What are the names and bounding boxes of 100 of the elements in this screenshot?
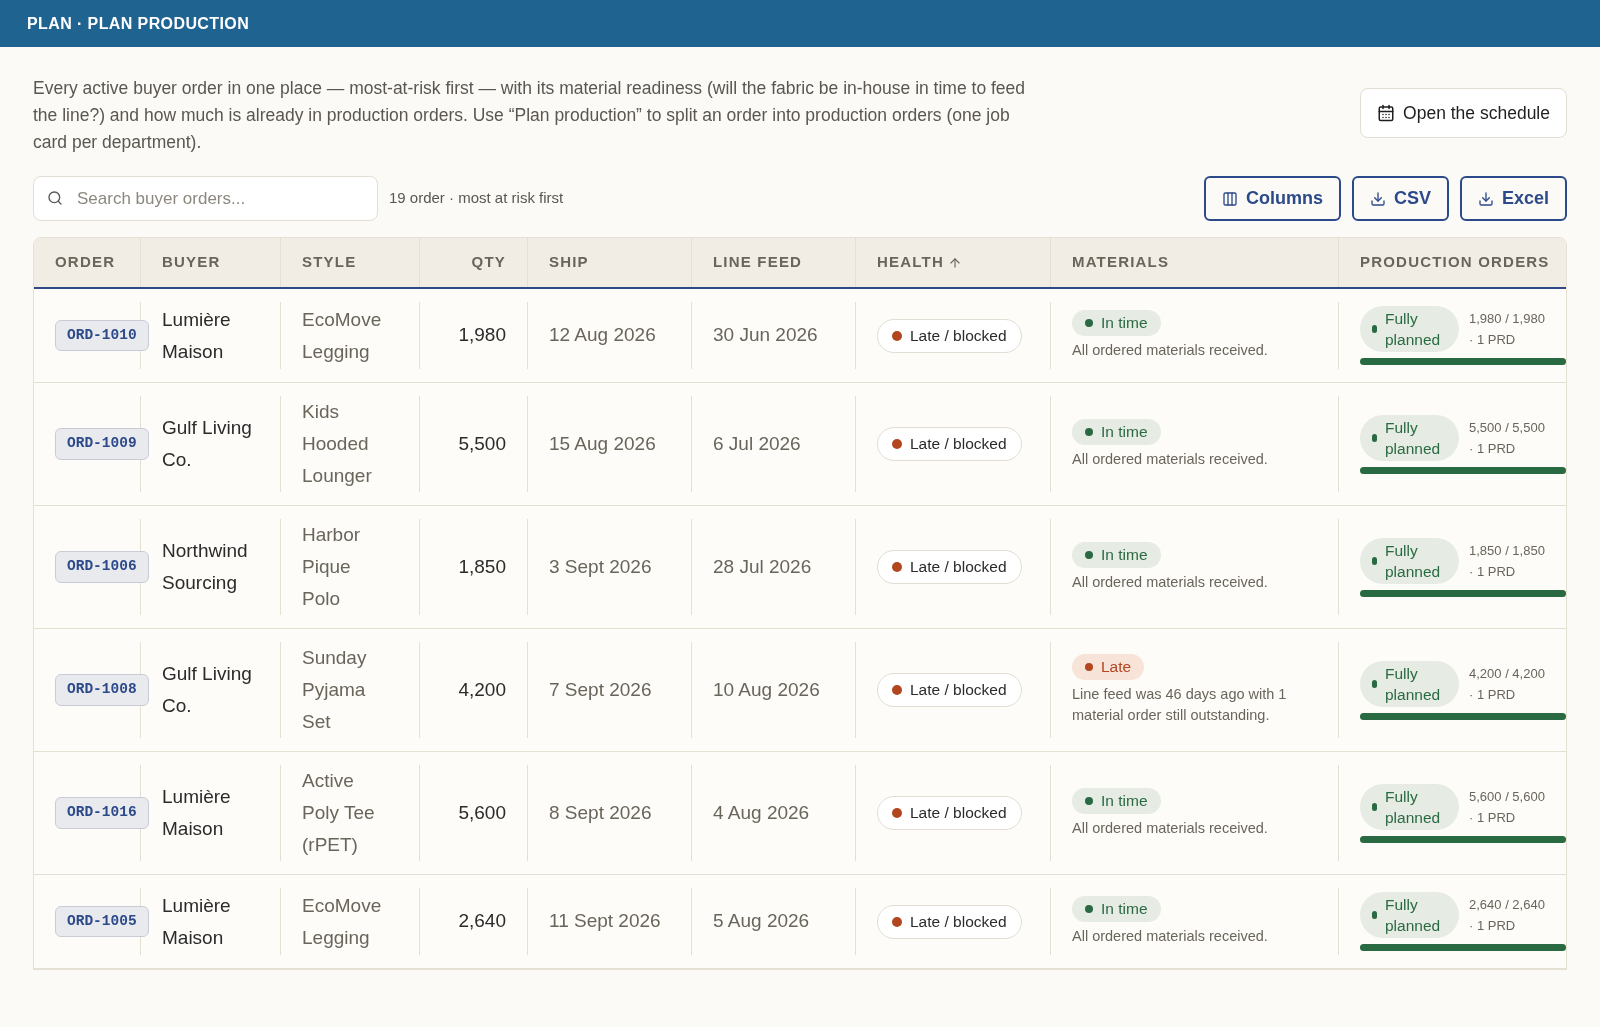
line-feed-date: 5 Aug 2026 <box>713 909 810 934</box>
column-header[interactable]: MATERIALS <box>1051 238 1339 287</box>
intro-text: Every active buyer order in one place — most-at-risk first — with its material readiness (will the fabric be in-house in time to feed the line?) and how much is already in production orders. Use “Plan production” to split an order into production orders (one job card per department). <box>33 77 1027 154</box>
materials-status: Late <box>1072 654 1145 680</box>
order-row[interactable]: ORD-1005 Lumière Maison EcoMove Legging 2,640 11 Sept 2026 5 Aug 2026 Late / blocked In time All ordered materials received. Fully planned 2,640 / 2,640 · 1 PRD <box>34 875 1566 969</box>
materials-note: Line feed was 46 days ago with 1 material order still outstanding. <box>1072 685 1288 725</box>
planned-quantity: 5,600 / 5,600 <box>1469 787 1545 806</box>
health-status: Late / blocked <box>877 796 1022 830</box>
order-id[interactable]: ORD-1009 <box>55 428 149 460</box>
export-button[interactable]: CSV <box>1351 176 1449 221</box>
style-name: Active Poly Tee (rPET) <box>302 769 376 857</box>
ship-date: 7 Sept 2026 <box>549 677 652 702</box>
materials-note: All ordered materials received. <box>1072 449 1269 469</box>
health-status: Late / blocked <box>877 904 1022 939</box>
plan-status: Fully planned <box>1360 660 1459 707</box>
search-field[interactable]: Search buyer orders... <box>33 176 378 221</box>
quantity: 1,980 <box>458 323 506 348</box>
column-header[interactable]: STYLE <box>281 238 420 287</box>
materials-status: In time <box>1072 787 1161 814</box>
production-order-count: · 1 PRD <box>1469 917 1517 935</box>
ship-date: 11 Sept 2026 <box>549 909 661 934</box>
plan-status: Fully planned <box>1360 892 1459 938</box>
health-status: Late / blocked <box>877 550 1022 584</box>
plan-status: Fully planned <box>1360 306 1459 352</box>
plan-status: Fully planned <box>1360 414 1459 461</box>
planned-quantity: 2,640 / 2,640 <box>1469 896 1545 914</box>
quantity: 4,200 <box>458 677 506 702</box>
health-status: Late / blocked <box>877 318 1022 353</box>
quantity: 5,600 <box>458 800 506 825</box>
quantity: 5,500 <box>458 431 506 456</box>
order-row[interactable]: ORD-1008 Gulf Living Co. Sunday Pyjama Set 4,200 7 Sept 2026 10 Aug 2026 Late / blocked Late Line feed was 46 days ago with 1 material order still outstanding. Fully planned 4,200 / 4,200 · 1 PRD <box>34 629 1566 752</box>
health-status: Late / blocked <box>877 427 1022 461</box>
calendar-icon <box>1377 104 1396 122</box>
line-feed-date: 10 Aug 2026 <box>713 677 820 702</box>
plan-status: Fully planned <box>1360 783 1459 830</box>
order-row[interactable]: ORD-1016 Lumière Maison Active Poly Tee (rPET) 5,600 8 Sept 2026 4 Aug 2026 Late / blocked In time All ordered materials received. Fully planned 5,600 / 5,600 · 1 PRD <box>34 752 1566 875</box>
quantity: 1,850 <box>458 554 506 579</box>
quantity: 2,640 <box>458 909 506 934</box>
materials-note: All ordered materials received. <box>1072 927 1269 946</box>
order-count: 19 order · most at risk first <box>389 188 564 209</box>
column-header[interactable]: LINE FEED <box>692 238 856 287</box>
planned-quantity: 5,500 / 5,500 <box>1469 418 1545 437</box>
style-name: EcoMove Legging <box>302 307 382 364</box>
materials-note: All ordered materials received. <box>1072 341 1269 360</box>
download-icon <box>1369 190 1386 207</box>
ship-date: 3 Sept 2026 <box>549 554 652 579</box>
column-header[interactable]: SHIP <box>528 238 692 287</box>
ship-date: 12 Aug 2026 <box>549 323 656 348</box>
style-name: Harbor Pique Polo <box>302 523 362 611</box>
style-name: EcoMove Legging <box>302 893 382 950</box>
page-title: PLAN · PLAN PRODUCTION <box>27 13 250 34</box>
columns-button[interactable]: Columns <box>1203 176 1341 221</box>
ship-date: 15 Aug 2026 <box>549 431 656 456</box>
plan-status: Fully planned <box>1360 537 1459 584</box>
planned-quantity: 1,850 / 1,850 <box>1469 541 1545 560</box>
buyer-name: Lumière Maison <box>162 893 232 950</box>
buyer-name: Northwind Sourcing <box>162 539 249 595</box>
order-id[interactable]: ORD-1006 <box>55 551 149 583</box>
order-id[interactable]: ORD-1008 <box>55 674 149 706</box>
buyer-name: Lumière Maison <box>162 307 232 364</box>
health-status: Late / blocked <box>877 673 1022 707</box>
column-header[interactable]: PRODUCTION ORDERS <box>1339 238 1566 287</box>
line-feed-date: 6 Jul 2026 <box>713 431 801 456</box>
style-name: Kids Hooded Lounger <box>302 400 373 488</box>
buyer-name: Lumière Maison <box>162 785 232 841</box>
column-header[interactable]: HEALTH <box>856 238 1051 287</box>
planned-quantity: 1,980 / 1,980 <box>1469 310 1545 328</box>
production-order-count: · 1 PRD <box>1469 808 1517 827</box>
order-id[interactable]: ORD-1010 <box>55 319 149 352</box>
column-header[interactable]: BUYER <box>141 238 281 287</box>
download-icon <box>1477 190 1494 207</box>
materials-status: In time <box>1072 418 1161 445</box>
line-feed-date: 28 Jul 2026 <box>713 554 812 579</box>
order-row[interactable]: ORD-1006 Northwind Sourcing Harbor Pique Polo 1,850 3 Sept 2026 28 Jul 2026 Late / blocked In time All ordered materials received. Fully planned 1,850 / 1,850 · 1 PRD <box>34 506 1566 629</box>
search-icon <box>47 190 63 206</box>
line-feed-date: 30 Jun 2026 <box>713 323 818 348</box>
column-header[interactable]: QTY <box>420 238 528 287</box>
columns-icon <box>1221 190 1238 207</box>
ship-date: 8 Sept 2026 <box>549 800 652 825</box>
order-id[interactable]: ORD-1016 <box>55 797 149 829</box>
export-button[interactable]: Excel <box>1459 176 1567 221</box>
materials-note: All ordered materials received. <box>1072 572 1269 592</box>
production-order-count: · 1 PRD <box>1469 685 1517 704</box>
production-order-count: · 1 PRD <box>1469 439 1517 458</box>
production-order-count: · 1 PRD <box>1469 331 1517 349</box>
planned-quantity: 4,200 / 4,200 <box>1469 664 1545 683</box>
materials-status: In time <box>1072 541 1161 568</box>
style-name: Sunday Pyjama Set <box>302 646 368 734</box>
buyer-name: Gulf Living Co. <box>162 416 253 472</box>
materials-status: In time <box>1072 896 1161 922</box>
order-id[interactable]: ORD-1005 <box>55 905 149 938</box>
production-order-count: · 1 PRD <box>1469 562 1517 581</box>
materials-status: In time <box>1072 310 1161 336</box>
order-row[interactable]: ORD-1010 Lumière Maison EcoMove Legging 1,980 12 Aug 2026 30 Jun 2026 Late / blocked In time All ordered materials received. Fully planned 1,980 / 1,980 · 1 PRD <box>34 289 1566 383</box>
materials-note: All ordered materials received. <box>1072 818 1269 838</box>
column-header[interactable]: ORDER <box>34 238 141 287</box>
line-feed-date: 4 Aug 2026 <box>713 800 810 825</box>
order-row[interactable]: ORD-1009 Gulf Living Co. Kids Hooded Lounger 5,500 15 Aug 2026 6 Jul 2026 Late / blocked In time All ordered materials received. Fully planned 5,500 / 5,500 · 1 PRD <box>34 383 1566 506</box>
open-schedule-button[interactable]: Open the schedule <box>1360 88 1567 138</box>
buyer-name: Gulf Living Co. <box>162 662 253 718</box>
